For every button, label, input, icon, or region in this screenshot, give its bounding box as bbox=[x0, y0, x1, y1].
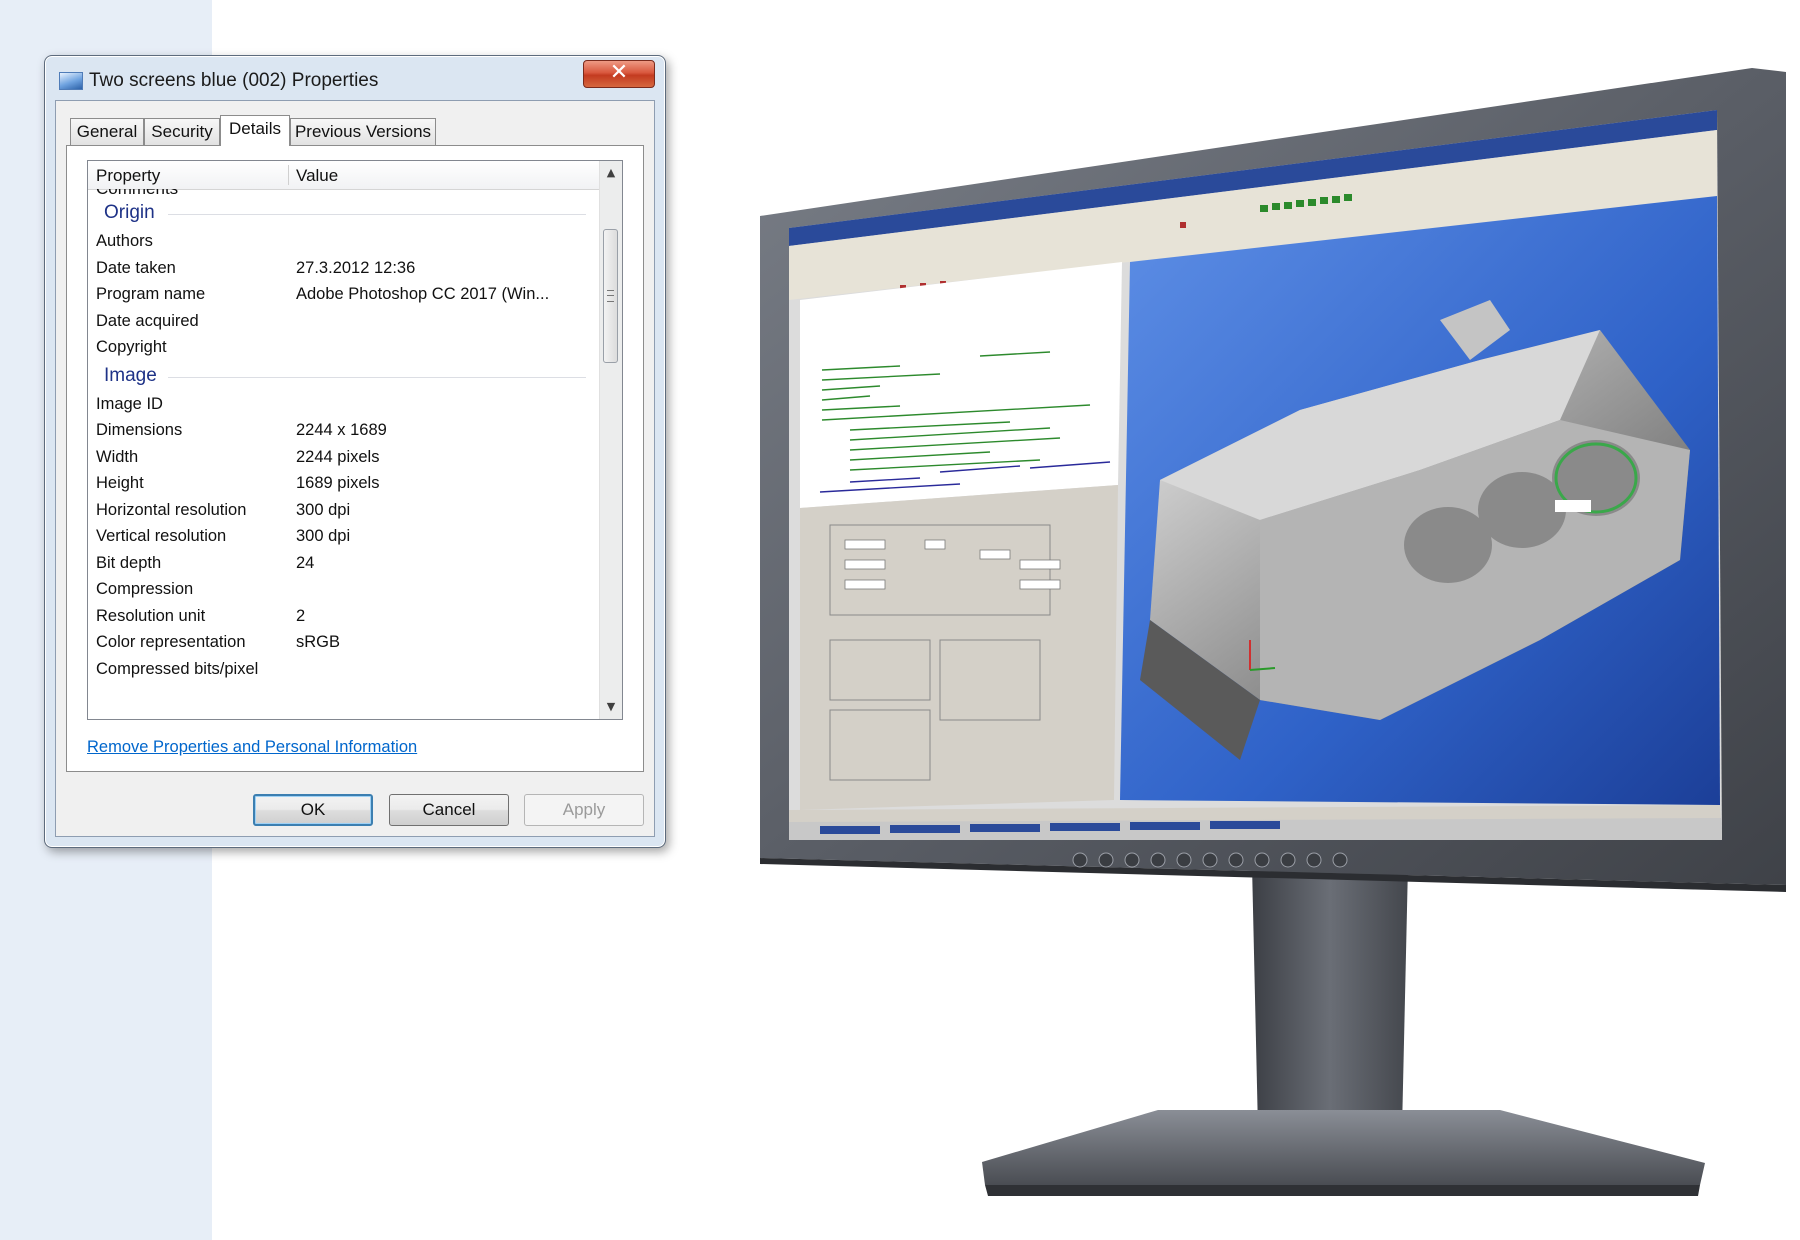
monitor-stand-base bbox=[982, 1110, 1705, 1185]
property-value: 300 dpi bbox=[296, 527, 351, 545]
partially-hidden-row: Comments bbox=[96, 189, 178, 199]
properties-dialog: Two screens blue (002) Properties ✕ Gene… bbox=[44, 55, 666, 848]
property-value: 27.3.2012 12:36 bbox=[296, 258, 416, 277]
property-row[interactable]: Image ID bbox=[88, 392, 600, 419]
scrollbar-thumb[interactable] bbox=[603, 229, 618, 363]
property-value: 2244 x 1689 bbox=[296, 421, 387, 439]
details-tab-panel: Property Value Comments Origin Authors D… bbox=[66, 145, 644, 772]
property-row[interactable]: Dimensions 2244 x 1689 bbox=[88, 418, 600, 445]
ok-button[interactable]: OK bbox=[253, 794, 373, 826]
property-row[interactable]: Vertical resolution 300 dpi bbox=[88, 524, 600, 551]
scroll-down-arrow-icon[interactable]: ▼ bbox=[600, 697, 622, 717]
property-value: 300 dpi bbox=[296, 500, 351, 519]
cancel-button[interactable]: Cancel bbox=[389, 794, 509, 826]
cad-dialog-pane bbox=[800, 485, 1118, 810]
grip-icon bbox=[607, 290, 614, 302]
group-label: Origin bbox=[104, 202, 155, 223]
property-value: 2244 pixels bbox=[296, 447, 380, 466]
tab-general[interactable]: General bbox=[70, 118, 144, 145]
property-row[interactable]: Date acquired bbox=[88, 309, 600, 336]
image-file-icon bbox=[59, 72, 83, 90]
group-header-image: Image bbox=[88, 362, 600, 392]
list-header: Property Value bbox=[88, 161, 600, 190]
property-value: 1689 pixels bbox=[296, 474, 380, 492]
group-label: Image bbox=[104, 364, 157, 386]
group-divider bbox=[168, 376, 586, 378]
property-value: 24 bbox=[296, 553, 315, 572]
group-divider bbox=[168, 214, 586, 215]
property-value: sRGB bbox=[296, 633, 341, 651]
property-row[interactable]: Compression bbox=[88, 577, 600, 604]
property-name: Program name bbox=[96, 285, 206, 303]
property-name: Resolution unit bbox=[96, 606, 206, 625]
property-row[interactable]: Bit depth 24 bbox=[88, 551, 600, 578]
property-list[interactable]: Property Value Comments Origin Authors D… bbox=[87, 160, 623, 720]
property-row[interactable]: Authors bbox=[88, 229, 600, 256]
partially-hidden-row-label: Comments bbox=[96, 189, 178, 198]
property-name: Bit depth bbox=[96, 553, 162, 572]
property-value: 2 bbox=[296, 606, 306, 625]
monitor-stand-neck bbox=[1252, 865, 1408, 1130]
property-name: Image ID bbox=[96, 394, 163, 413]
property-rows: Origin Authors Date taken 27.3.2012 12:36… bbox=[88, 199, 600, 683]
property-name: Width bbox=[96, 447, 139, 466]
list-scrollbar[interactable]: ▲ ▼ bbox=[599, 161, 622, 719]
tab-details[interactable]: Details bbox=[220, 115, 290, 146]
property-name: Horizontal resolution bbox=[96, 500, 247, 519]
property-value: Adobe Photoshop CC 2017 (Win... bbox=[296, 285, 550, 303]
property-name: Copyright bbox=[96, 338, 167, 356]
dialog-client-area: General Security Details Previous Versio… bbox=[55, 100, 655, 837]
property-name: Vertical resolution bbox=[96, 527, 227, 545]
apply-button[interactable]: Apply bbox=[524, 794, 644, 826]
scroll-up-arrow-icon[interactable]: ▲ bbox=[600, 163, 622, 183]
column-header-value[interactable]: Value bbox=[296, 166, 338, 186]
property-row[interactable]: Height 1689 pixels bbox=[88, 471, 600, 498]
property-name: Color representation bbox=[96, 633, 246, 651]
dialog-title: Two screens blue (002) Properties bbox=[89, 70, 379, 91]
property-row[interactable]: Color representation sRGB bbox=[88, 630, 600, 657]
property-name: Dimensions bbox=[96, 421, 183, 439]
property-name: Compression bbox=[96, 580, 194, 598]
tab-previous-versions[interactable]: Previous Versions bbox=[290, 118, 436, 145]
dialog-titlebar[interactable]: Two screens blue (002) Properties ✕ bbox=[45, 56, 665, 100]
property-row[interactable]: Program name Adobe Photoshop CC 2017 (Win… bbox=[88, 282, 600, 309]
property-row[interactable]: Compressed bits/pixel bbox=[88, 657, 600, 684]
property-name: Date taken bbox=[96, 258, 176, 277]
property-row[interactable]: Horizontal resolution 300 dpi bbox=[88, 498, 600, 525]
property-row[interactable]: Resolution unit 2 bbox=[88, 604, 600, 631]
column-header-property[interactable]: Property bbox=[96, 166, 160, 186]
property-row[interactable]: Date taken 27.3.2012 12:36 bbox=[88, 256, 600, 283]
property-name: Height bbox=[96, 474, 144, 492]
close-icon: ✕ bbox=[609, 60, 629, 85]
column-separator[interactable] bbox=[288, 165, 289, 185]
property-name: Date acquired bbox=[96, 311, 199, 330]
property-name: Authors bbox=[96, 232, 153, 250]
property-row[interactable]: Copyright bbox=[88, 335, 600, 362]
group-header-origin: Origin bbox=[88, 199, 600, 229]
remove-properties-link[interactable]: Remove Properties and Personal Informati… bbox=[87, 738, 417, 757]
property-name: Compressed bits/pixel bbox=[96, 659, 259, 678]
property-row[interactable]: Width 2244 pixels bbox=[88, 445, 600, 472]
close-button[interactable]: ✕ bbox=[583, 60, 655, 88]
tab-security[interactable]: Security bbox=[144, 118, 220, 145]
